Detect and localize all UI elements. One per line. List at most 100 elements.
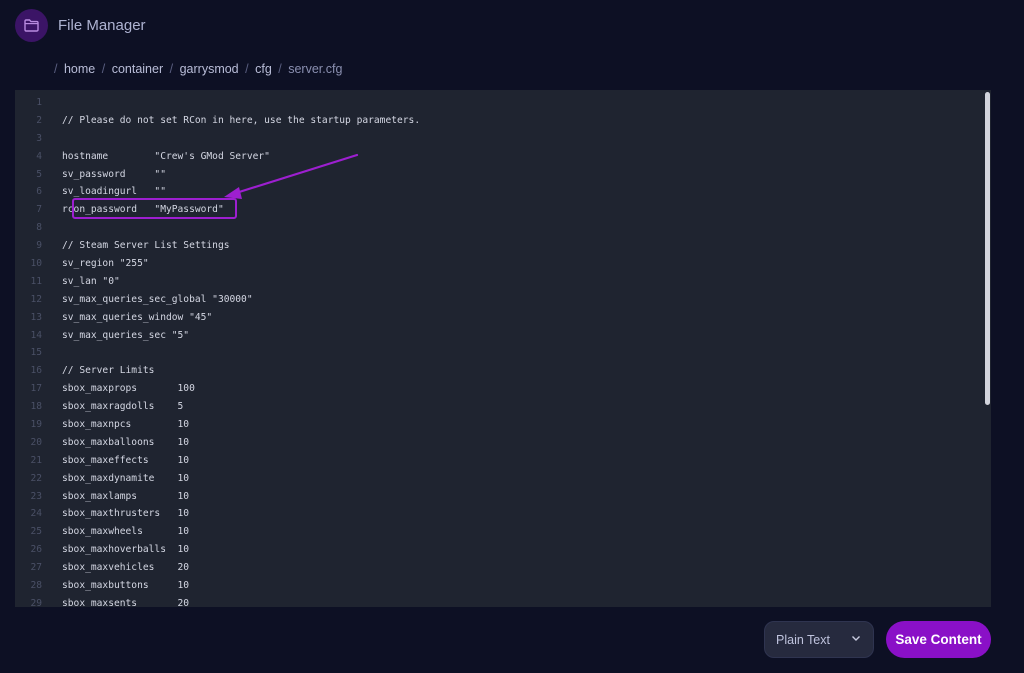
breadcrumb-cfg[interactable]: cfg: [255, 62, 272, 76]
line-text[interactable]: sbox_maxballoons 10: [42, 434, 189, 452]
breadcrumb: / home / container / garrysmod / cfg / s…: [54, 62, 342, 76]
line-text[interactable]: sbox_maxragdolls 5: [42, 398, 183, 416]
code-line[interactable]: 26 sbox_maxhoverballs 10: [15, 541, 975, 559]
save-content-button[interactable]: Save Content: [886, 621, 991, 658]
folder-icon: [15, 9, 48, 42]
breadcrumb-garrysmod[interactable]: garrysmod: [180, 62, 239, 76]
line-text[interactable]: sbox_maxnpcs 10: [42, 416, 189, 434]
page-title: File Manager: [58, 17, 146, 34]
line-number: 28: [30, 580, 42, 592]
code-line[interactable]: 2// Please do not set RCon in here, use …: [15, 112, 975, 130]
breadcrumb-separator: /: [278, 62, 282, 76]
line-text[interactable]: [42, 344, 62, 362]
line-number: 22: [30, 472, 42, 484]
syntax-mode-select[interactable]: Plain Text: [764, 621, 874, 658]
code-line[interactable]: 8: [15, 219, 975, 237]
code-line[interactable]: 4 hostname "Crew's GMod Server": [15, 148, 975, 166]
line-number: 9: [36, 240, 42, 252]
line-number: 27: [30, 562, 42, 574]
code-line[interactable]: 28 sbox_maxbuttons 10: [15, 577, 975, 595]
code-line[interactable]: 12 sv_max_queries_sec_global "30000": [15, 291, 975, 309]
line-text[interactable]: sbox_maxprops 100: [42, 380, 195, 398]
code-editor[interactable]: 1 2// Please do not set RCon in here, use…: [15, 90, 991, 607]
highlight-box: [72, 198, 237, 219]
line-number: 15: [30, 347, 42, 359]
line-number: 16: [30, 365, 42, 377]
code-line[interactable]: 14 sv_max_queries_sec "5": [15, 327, 975, 345]
editor-scrollbar[interactable]: [982, 90, 991, 607]
line-text[interactable]: sbox_maxhoverballs 10: [42, 541, 189, 559]
breadcrumb-current-file: server.cfg: [288, 62, 343, 76]
line-number: 4: [36, 150, 42, 162]
code-line[interactable]: 27 sbox_maxvehicles 20: [15, 559, 975, 577]
code-line[interactable]: 1: [15, 94, 975, 112]
line-number: 12: [30, 293, 42, 305]
code-line[interactable]: 17 sbox_maxprops 100: [15, 380, 975, 398]
line-number: 21: [30, 454, 42, 466]
breadcrumb-separator: /: [169, 62, 174, 76]
line-text[interactable]: sbox_maxthrusters 10: [42, 505, 189, 523]
line-text[interactable]: sbox_maxsents 20: [42, 595, 189, 607]
code-line[interactable]: 20 sbox_maxballoons 10: [15, 434, 975, 452]
code-line[interactable]: 25 sbox_maxwheels 10: [15, 523, 975, 541]
breadcrumb-home[interactable]: home: [64, 62, 95, 76]
breadcrumb-separator: /: [101, 62, 106, 76]
line-number: 19: [30, 419, 42, 431]
line-number: 13: [30, 311, 42, 323]
line-text[interactable]: sbox_maxlamps 10: [42, 488, 189, 506]
code-lines[interactable]: 1 2// Please do not set RCon in here, use…: [15, 94, 975, 607]
line-number: 14: [30, 329, 42, 341]
line-number: 23: [30, 490, 42, 502]
breadcrumb-separator: /: [54, 62, 58, 76]
line-number: 5: [36, 168, 42, 180]
page-header: File Manager: [15, 9, 146, 42]
line-text[interactable]: sv_region "255": [42, 255, 149, 273]
line-text[interactable]: [42, 130, 62, 148]
line-text[interactable]: sbox_maxwheels 10: [42, 523, 189, 541]
line-text[interactable]: // Please do not set RCon in here, use t…: [42, 112, 420, 130]
code-line[interactable]: 5 sv_password "": [15, 166, 975, 184]
code-line[interactable]: 15: [15, 344, 975, 362]
code-line[interactable]: 19 sbox_maxnpcs 10: [15, 416, 975, 434]
line-text[interactable]: sbox_maxdynamite 10: [42, 470, 189, 488]
line-number: 17: [30, 383, 42, 395]
code-line[interactable]: 18 sbox_maxragdolls 5: [15, 398, 975, 416]
code-line[interactable]: 3: [15, 130, 975, 148]
line-number: 2: [36, 114, 42, 126]
line-text[interactable]: // Server Limits: [42, 362, 154, 380]
line-text[interactable]: sbox_maxbuttons 10: [42, 577, 189, 595]
line-text[interactable]: sv_password "": [42, 166, 166, 184]
line-text[interactable]: sv_max_queries_window "45": [42, 309, 212, 327]
line-number: 29: [30, 597, 42, 607]
code-line[interactable]: 13 sv_max_queries_window "45": [15, 309, 975, 327]
code-line[interactable]: 29 sbox_maxsents 20: [15, 595, 975, 607]
editor-scrollbar-thumb[interactable]: [985, 92, 990, 405]
line-text[interactable]: [42, 219, 62, 237]
line-number: 26: [30, 544, 42, 556]
line-text[interactable]: [42, 94, 62, 112]
breadcrumb-separator: /: [245, 62, 249, 76]
line-number: 6: [36, 186, 42, 198]
code-line[interactable]: 10 sv_region "255": [15, 255, 975, 273]
code-line[interactable]: 21 sbox_maxeffects 10: [15, 452, 975, 470]
line-number: 25: [30, 526, 42, 538]
line-number: 11: [30, 275, 42, 287]
line-number: 1: [36, 97, 42, 108]
line-text[interactable]: sv_lan "0": [42, 273, 120, 291]
line-number: 20: [30, 436, 42, 448]
code-line[interactable]: 24 sbox_maxthrusters 10: [15, 505, 975, 523]
code-line[interactable]: 22 sbox_maxdynamite 10: [15, 470, 975, 488]
code-line[interactable]: 23 sbox_maxlamps 10: [15, 488, 975, 506]
line-text[interactable]: // Steam Server List Settings: [42, 237, 230, 255]
code-line[interactable]: 16// Server Limits: [15, 362, 975, 380]
line-text[interactable]: sv_max_queries_sec "5": [42, 327, 189, 345]
line-text[interactable]: sv_max_queries_sec_global "30000": [42, 291, 253, 309]
line-text[interactable]: sbox_maxvehicles 20: [42, 559, 189, 577]
line-text[interactable]: sbox_maxeffects 10: [42, 452, 189, 470]
line-text[interactable]: hostname "Crew's GMod Server": [42, 148, 270, 166]
breadcrumb-container[interactable]: container: [112, 62, 163, 76]
code-line[interactable]: 11 sv_lan "0": [15, 273, 975, 291]
line-number: 3: [36, 132, 42, 144]
chevron-down-icon: [852, 636, 860, 641]
code-line[interactable]: 9// Steam Server List Settings: [15, 237, 975, 255]
